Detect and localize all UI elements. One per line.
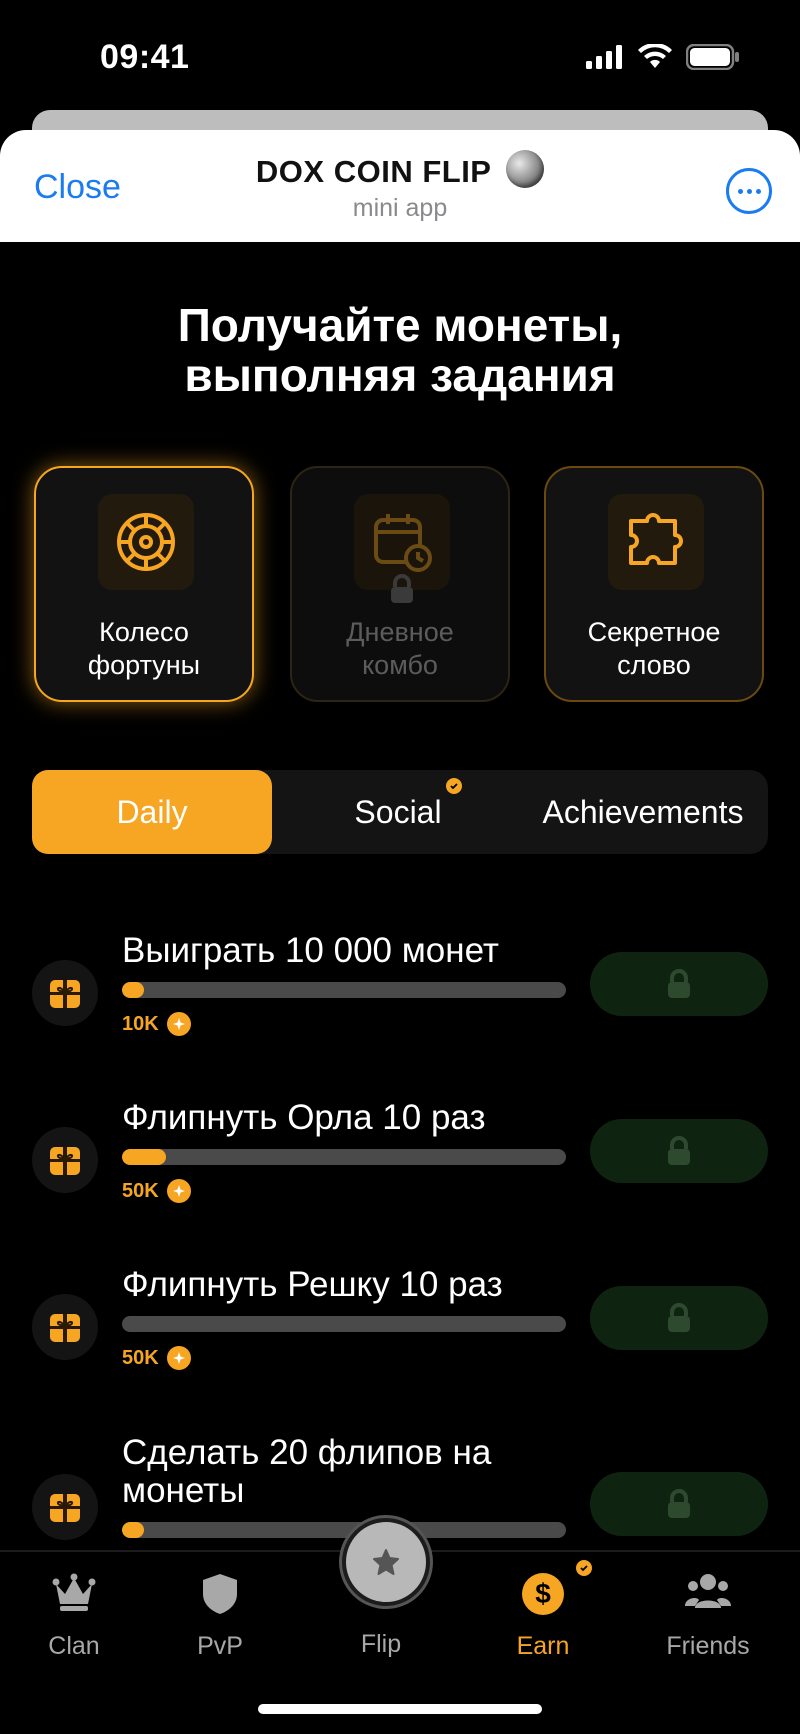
nav-label: Earn	[516, 1632, 570, 1660]
card-label: Колесо фортуны	[36, 616, 252, 682]
gift-icon	[50, 1147, 80, 1175]
nav-label: Clan	[48, 1632, 100, 1660]
wifi-icon	[638, 44, 672, 68]
gift-icon	[50, 980, 80, 1008]
nav-label: PvP	[197, 1632, 243, 1660]
task-gift-icon-wrap	[32, 1294, 98, 1360]
card-label: Секретное слово	[546, 616, 762, 682]
task-progress-fill	[122, 1149, 167, 1165]
home-indicator	[258, 1704, 542, 1714]
heading-line-1: Получайте монеты,	[177, 299, 623, 351]
lock-icon	[668, 1136, 690, 1165]
flip-button[interactable]	[342, 1518, 430, 1606]
daily-combo-card[interactable]: Дневное комбо	[290, 466, 510, 702]
claim-button[interactable]	[590, 1472, 768, 1536]
coin-star-icon	[166, 1012, 191, 1036]
task-gift-icon-wrap	[32, 1474, 98, 1540]
secret-word-card[interactable]: Секретное слово	[544, 466, 764, 702]
calendar-clock-icon	[374, 514, 432, 572]
task-reward: 10K	[122, 1012, 191, 1036]
claim-button[interactable]	[590, 952, 768, 1016]
claim-button[interactable]	[590, 1286, 768, 1350]
crown-icon	[52, 1573, 96, 1611]
task-title: Флипнуть Орла 10 раз	[122, 1098, 486, 1137]
status-time: 09:41	[100, 38, 190, 76]
task-progress-bar	[122, 1522, 566, 1538]
gift-icon	[50, 1494, 80, 1522]
lock-icon	[391, 574, 413, 603]
shield-icon	[203, 1574, 237, 1614]
task-progress-fill	[122, 982, 145, 998]
app-subtitle: mini app	[352, 194, 448, 222]
more-dot-icon	[746, 188, 752, 194]
task-row: Флипнуть Орла 10 раз 50K	[0, 1097, 800, 1237]
nav-icon-wrap	[4, 1572, 144, 1622]
task-reward-amount: 50K	[122, 1179, 159, 1202]
coin-star-icon	[166, 1346, 191, 1370]
nav-icon-wrap: $	[473, 1572, 613, 1622]
status-icons	[586, 44, 740, 70]
more-dot-icon	[737, 188, 743, 194]
card-icon-box	[98, 494, 194, 590]
nav-icon-wrap	[638, 1572, 778, 1622]
task-tabs: Daily Social Achievements	[32, 770, 768, 854]
mini-app-header: Close DOX COIN FLIP mini app	[0, 130, 800, 242]
dollar-coin-icon: $	[522, 1573, 564, 1615]
card-label-line: Дневное	[346, 617, 454, 647]
earn-badge-icon	[576, 1560, 592, 1576]
card-label: Дневное комбо	[292, 616, 508, 682]
task-reward: 50K	[122, 1346, 191, 1370]
tab-social[interactable]: Social	[278, 770, 518, 854]
task-progress-bar	[122, 1149, 566, 1165]
card-label-line: Колесо	[99, 617, 189, 647]
task-row: Выиграть 10 000 монет 10K	[0, 930, 800, 1070]
page-heading: Получайте монеты, выполняя задания	[0, 300, 800, 400]
screen: 09:41 Close DOX COIN FLIP mini app Получ…	[0, 0, 800, 1734]
task-title: Сделать 20 флипов на монеты	[122, 1433, 492, 1510]
tab-social-badge-icon	[446, 778, 462, 794]
more-dot-icon	[755, 188, 761, 194]
nav-icon-wrap	[150, 1572, 290, 1622]
app-title-text: DOX COIN FLIP	[255, 154, 491, 189]
gift-icon	[50, 1314, 80, 1342]
task-gift-icon-wrap	[32, 1127, 98, 1193]
heading-line-2: выполняя задания	[184, 349, 616, 401]
task-row: Флипнуть Решку 10 раз 50K	[0, 1264, 800, 1404]
lock-icon	[668, 969, 690, 998]
battery-icon	[686, 44, 739, 70]
task-progress-bar	[122, 982, 566, 998]
task-reward-amount: 10K	[122, 1012, 159, 1035]
card-icon-box	[608, 494, 704, 590]
card-label-line: комбо	[362, 650, 438, 680]
card-label-line: фортуны	[87, 650, 201, 680]
svg-text:$: $	[535, 1578, 551, 1609]
star-icon	[373, 1549, 399, 1575]
task-title: Выиграть 10 000 монет	[122, 931, 499, 970]
tab-achievements[interactable]: Achievements	[518, 770, 768, 854]
status-bar: 09:41	[0, 0, 800, 110]
lock-icon	[668, 1489, 690, 1518]
task-reward-amount: 50K	[122, 1346, 159, 1369]
task-reward: 50K	[122, 1179, 191, 1203]
task-progress-bar	[122, 1316, 566, 1332]
coin-star-icon	[166, 1179, 191, 1203]
cellular-signal-icon	[586, 45, 622, 69]
card-label-line: Секретное	[587, 617, 721, 647]
puzzle-icon	[629, 513, 683, 565]
task-gift-icon-wrap	[32, 960, 98, 1026]
claim-button[interactable]	[590, 1119, 768, 1183]
nav-label: Friends	[666, 1632, 750, 1660]
roulette-wheel-icon	[117, 513, 175, 571]
task-progress-fill	[122, 1522, 145, 1538]
tab-daily[interactable]: Daily	[32, 770, 272, 854]
card-label-line: слово	[617, 650, 691, 680]
fortune-wheel-card[interactable]: Колесо фортуны	[34, 466, 254, 702]
more-options-button[interactable]	[726, 168, 772, 214]
task-title: Флипнуть Решку 10 раз	[122, 1265, 503, 1304]
friends-icon	[685, 1574, 731, 1608]
lock-icon	[668, 1303, 690, 1332]
nav-label: Flip	[360, 1630, 402, 1658]
app-title: DOX COIN FLIP	[0, 150, 800, 190]
coin-logo-icon	[506, 150, 545, 188]
